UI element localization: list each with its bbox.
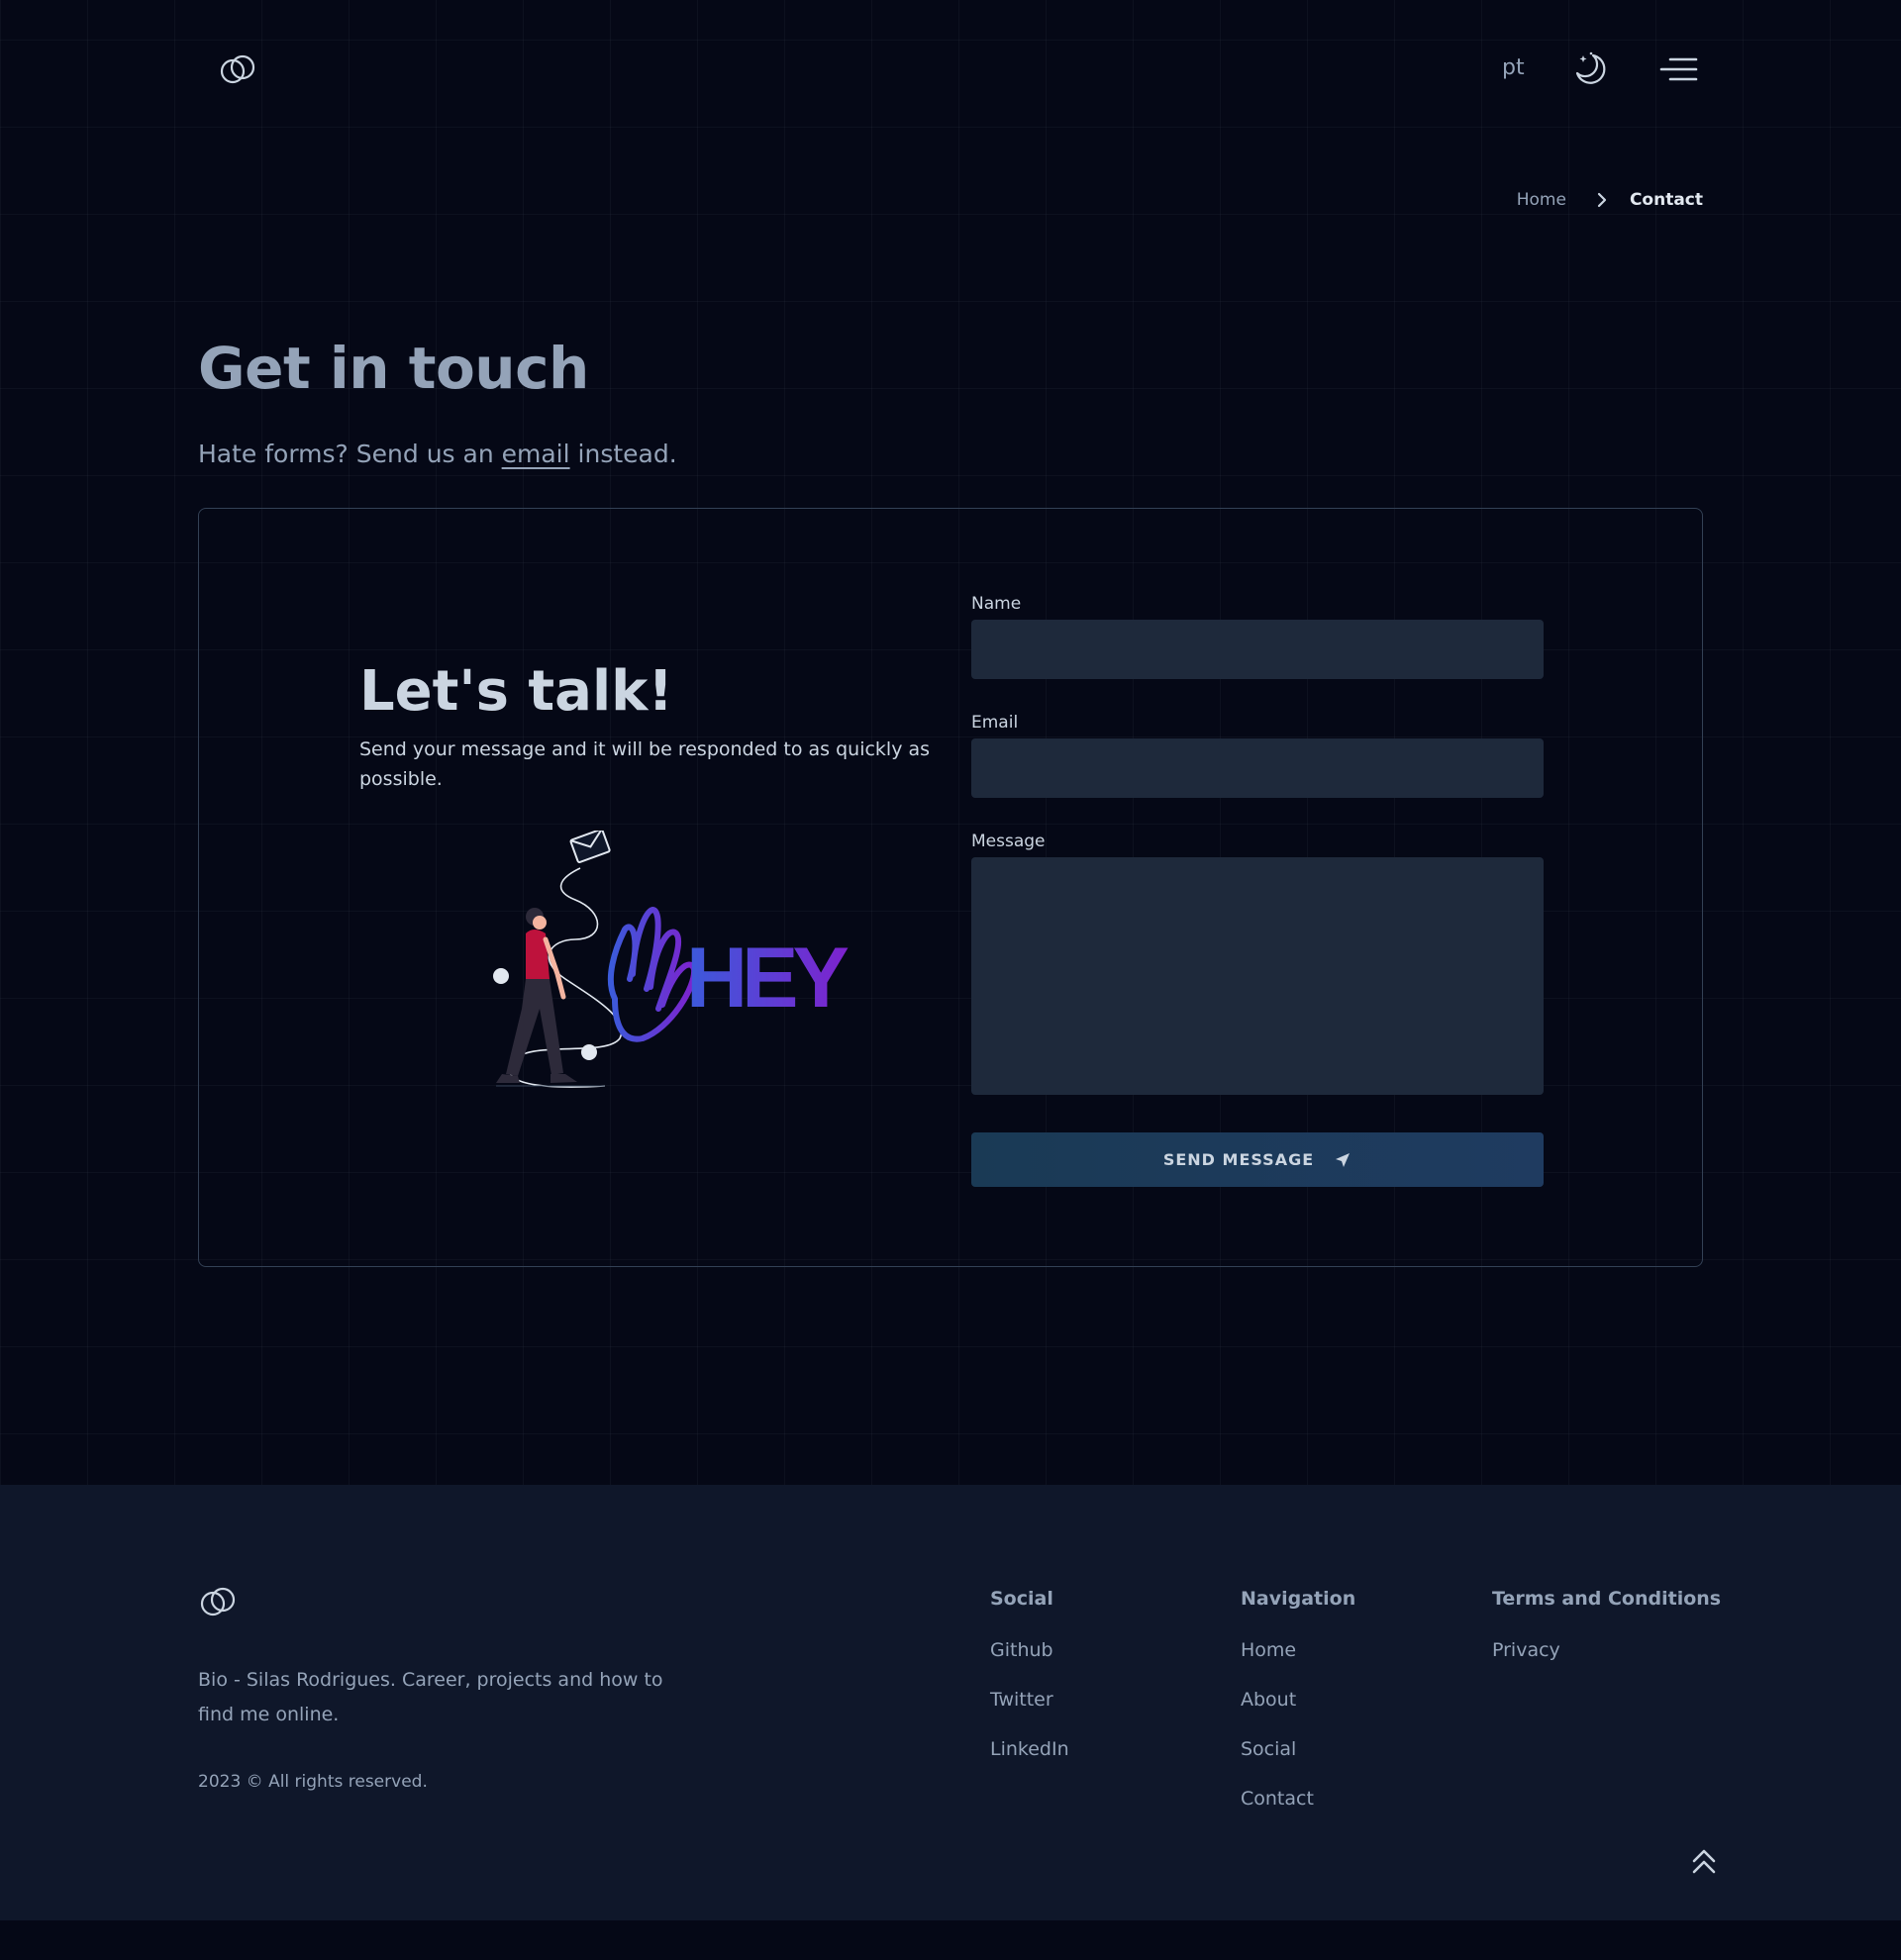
subtitle-text-after: instead.: [569, 440, 677, 468]
name-label: Name: [971, 594, 1022, 614]
footer-link-linkedin[interactable]: LinkedIn: [990, 1738, 1069, 1788]
walking-person-figure: [496, 908, 577, 1083]
footer-logo-icon[interactable]: [198, 1584, 238, 1619]
chevron-right-icon: [1597, 192, 1607, 208]
footer-terms-column: Terms and Conditions Privacy: [1492, 1588, 1721, 1689]
envelope-icon: [569, 831, 611, 863]
breadcrumb: Home Contact: [1517, 190, 1703, 210]
email-label: Email: [971, 713, 1019, 733]
footer-social-column: Social Github Twitter LinkedIn: [990, 1588, 1069, 1788]
name-input[interactable]: [971, 620, 1544, 679]
message-label: Message: [971, 832, 1046, 851]
site-footer: Bio - Silas Rodrigues. Career, projects …: [0, 1485, 1901, 1920]
hamburger-menu-icon[interactable]: [1658, 53, 1698, 85]
card-title: Let's talk!: [359, 659, 673, 724]
moon-icon[interactable]: [1569, 49, 1609, 89]
send-message-label: SEND MESSAGE: [1162, 1150, 1315, 1169]
page-subtitle: Hate forms? Send us an email instead.: [198, 440, 677, 468]
footer-link-home[interactable]: Home: [1241, 1639, 1355, 1689]
footer-link-social[interactable]: Social: [1241, 1738, 1355, 1788]
message-textarea[interactable]: [971, 857, 1544, 1095]
language-switch[interactable]: pt: [1502, 55, 1525, 80]
email-input[interactable]: [971, 738, 1544, 798]
page: pt Home Contact Get in touch Hate forms?…: [0, 0, 1901, 1960]
footer-link-twitter[interactable]: Twitter: [990, 1689, 1069, 1738]
send-message-button[interactable]: SEND MESSAGE: [971, 1132, 1544, 1187]
footer-social-heading: Social: [990, 1588, 1053, 1610]
double-chevron-up-icon[interactable]: [1690, 1847, 1718, 1877]
footer-link-contact[interactable]: Contact: [1241, 1788, 1355, 1837]
hey-text: HEY: [686, 931, 848, 1026]
footer-terms-heading: Terms and Conditions: [1492, 1588, 1722, 1610]
footer-link-privacy[interactable]: Privacy: [1492, 1639, 1721, 1689]
breadcrumb-current: Contact: [1629, 190, 1703, 210]
card-description: Send your message and it will be respond…: [359, 738, 931, 790]
footer-copyright: 2023 © All rights reserved.: [198, 1772, 428, 1792]
footer-navigation-column: Navigation Home About Social Contact: [1241, 1588, 1355, 1837]
contact-card: Let's talk! Send your message and it wil…: [198, 508, 1703, 1267]
footer-navigation-heading: Navigation: [1241, 1588, 1356, 1610]
email-link[interactable]: email: [502, 440, 570, 468]
logo-icon[interactable]: [218, 51, 257, 87]
site-header: pt: [0, 40, 1901, 99]
page-title: Get in touch: [198, 335, 589, 402]
subtitle-text-before: Hate forms? Send us an: [198, 440, 502, 468]
footer-bio: Bio - Silas Rodrigues. Career, projects …: [198, 1669, 663, 1725]
footer-link-about[interactable]: About: [1241, 1689, 1355, 1738]
footer-link-github[interactable]: Github: [990, 1639, 1069, 1689]
breadcrumb-home-link[interactable]: Home: [1517, 190, 1566, 210]
paper-plane-icon: [1336, 1152, 1351, 1167]
hey-illustration: HEY: [493, 831, 852, 1088]
